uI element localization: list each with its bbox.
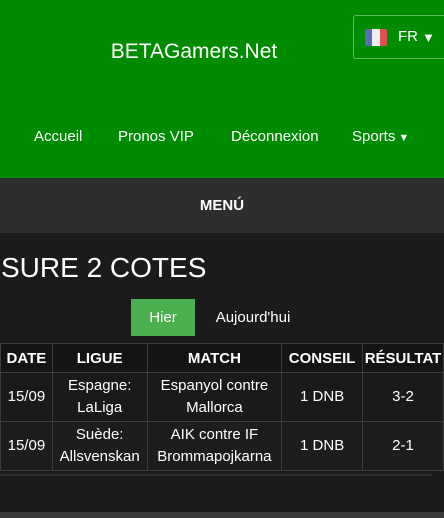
language-label: FR [398, 28, 418, 45]
cell-match: Espanyol contre Mallorca [146, 372, 283, 422]
nav-item-pronos-vip[interactable]: Pronos VIP [118, 128, 194, 145]
table-row: 15/09 Suède: Allsvenskan AIK contre IF Bro… [0, 421, 444, 471]
menu-toggle[interactable]: MENÚ [0, 178, 444, 233]
main-nav: Accueil Pronos VIP Déconnexion Sports ▼ [0, 128, 444, 150]
column-header-match: MATCH [146, 343, 283, 373]
nav-item-sports-label: Sports [352, 128, 396, 145]
tab-today[interactable]: Aujourd'hui [204, 299, 302, 336]
nav-item-deconnexion[interactable]: Déconnexion [231, 128, 319, 145]
cell-tip: 1 DNB [281, 421, 364, 471]
cell-result: 2-1 [362, 421, 444, 471]
cell-date: 15/09 [0, 421, 53, 471]
table-row: 15/09 Espagne: LaLiga Espanyol contre Mall… [0, 372, 444, 422]
league-country: Espagne: [68, 377, 132, 394]
site-header: BETAGamers.Net FR ▼ Accueil Pronos VIP D… [0, 0, 444, 178]
cell-league: Espagne: LaLiga [51, 372, 148, 422]
nav-item-accueil[interactable]: Accueil [34, 128, 82, 145]
column-header-league: LIGUE [51, 343, 148, 373]
match-line: Espanyol contre [160, 377, 269, 394]
language-selector[interactable]: FR ▼ [353, 15, 444, 59]
horizontal-scrollbar[interactable] [0, 512, 444, 518]
league-country: Suède: [75, 426, 124, 443]
tab-hier[interactable]: Hier [131, 299, 195, 336]
cell-tip: 1 DNB [281, 372, 364, 422]
site-brand[interactable]: BETAGamers.Net [0, 40, 388, 64]
league-name: Allsvenskan [59, 448, 140, 465]
column-header-result: RÉSULTAT [362, 343, 444, 373]
france-flag-icon [365, 29, 387, 46]
cell-result: 3-2 [362, 372, 444, 422]
page-title: SURE 2 COTES [1, 252, 207, 283]
column-header-tip: CONSEIL [281, 343, 364, 373]
cell-match: AIK contre IF Brommapojkarna [146, 421, 283, 471]
cell-league: Suède: Allsvenskan [51, 421, 148, 471]
table-header-row: DATE LIGUE MATCH CONSEIL RÉSULTAT [0, 343, 444, 373]
caret-down-icon: ▼ [422, 30, 435, 45]
league-name: LaLiga [77, 399, 123, 416]
nav-item-sports[interactable]: Sports ▼ [352, 128, 409, 145]
match-line: AIK contre IF [170, 426, 259, 443]
predictions-table: DATE LIGUE MATCH CONSEIL RÉSULTAT 15/09 … [0, 343, 444, 471]
match-line: Brommapojkarna [157, 448, 272, 465]
column-header-date: DATE [0, 343, 53, 373]
caret-down-icon: ▼ [398, 132, 410, 144]
cell-date: 15/09 [0, 372, 53, 422]
match-line: Mallorca [186, 399, 243, 416]
table-scroll-track[interactable] [0, 474, 432, 476]
